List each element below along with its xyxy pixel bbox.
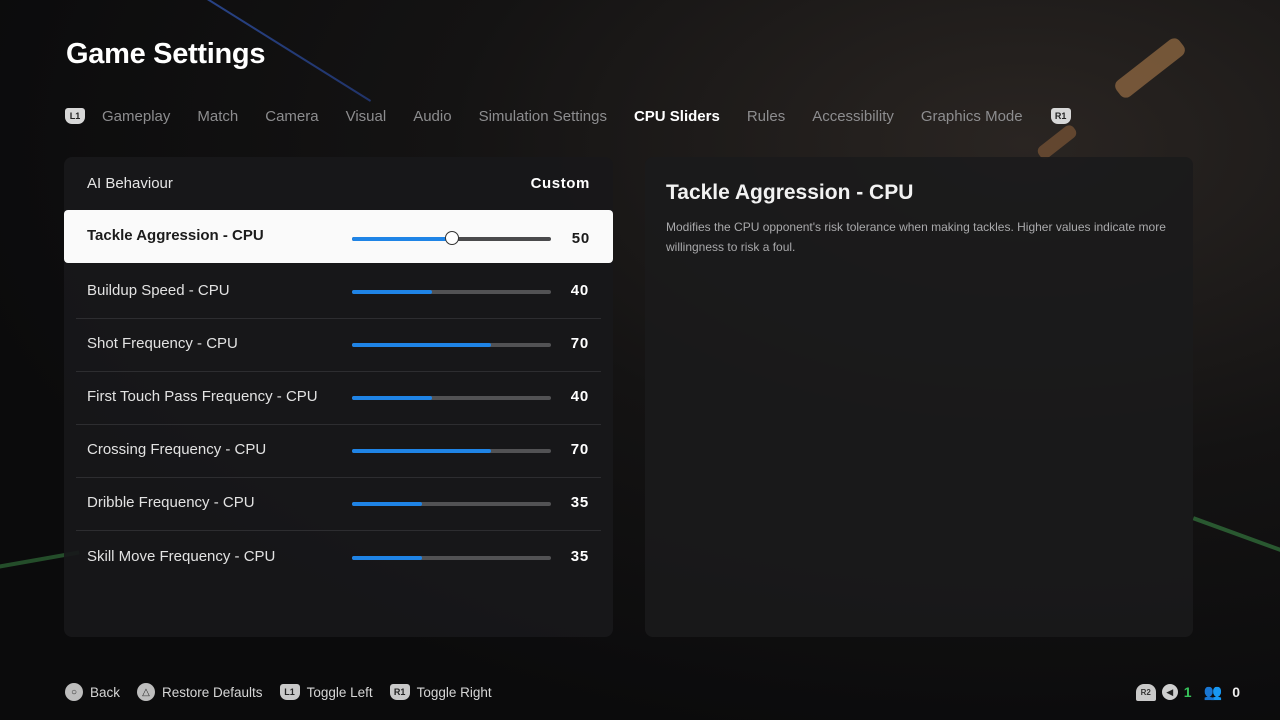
online-count: 1	[1183, 684, 1192, 700]
slider-fill	[352, 343, 492, 347]
voice-chat-icon: ◀	[1161, 684, 1178, 700]
slider-row-skill-move-frequency[interactable]: Skill Move Frequency - CPU 35	[76, 531, 601, 584]
slider-track[interactable]	[352, 396, 551, 400]
slider-fill	[352, 290, 432, 294]
r2-button-icon: R2	[1135, 683, 1156, 701]
settings-tabs: L1 Gameplay Match Camera Visual Audio Si…	[65, 105, 1071, 127]
tab-audio[interactable]: Audio	[413, 108, 451, 125]
ai-behaviour-row[interactable]: AI Behaviour Custom	[64, 157, 613, 209]
slider-label: Skill Move Frequency - CPU	[87, 548, 276, 565]
status-indicators: R2 ◀ 1 👥 0	[1135, 682, 1240, 702]
tab-match[interactable]: Match	[197, 108, 238, 125]
toggle-right-button[interactable]: R1 Toggle Right	[389, 684, 492, 700]
description-panel: Tackle Aggression - CPU Modifies the CPU…	[645, 157, 1193, 637]
restore-defaults-label: Restore Defaults	[162, 684, 263, 700]
tab-visual[interactable]: Visual	[346, 108, 387, 125]
slider-row-buildup-speed[interactable]: Buildup Speed - CPU 40	[76, 265, 601, 319]
page-title: Game Settings	[66, 38, 266, 70]
slider-label: First Touch Pass Frequency - CPU	[87, 388, 318, 405]
tab-simulation-settings[interactable]: Simulation Settings	[479, 108, 607, 125]
slider-track[interactable]	[352, 231, 551, 245]
tab-rules[interactable]: Rules	[747, 108, 785, 125]
slider-label: Tackle Aggression - CPU	[87, 227, 264, 244]
back-button[interactable]: ○ Back	[65, 683, 120, 701]
toggle-left-button[interactable]: L1 Toggle Left	[279, 684, 373, 700]
tab-camera[interactable]: Camera	[265, 108, 318, 125]
tab-gameplay[interactable]: Gameplay	[102, 108, 170, 125]
slider-row-first-touch-pass-frequency[interactable]: First Touch Pass Frequency - CPU 40	[76, 371, 601, 425]
slider-row-crossing-frequency[interactable]: Crossing Frequency - CPU 70	[76, 424, 601, 478]
slider-value: 40	[570, 388, 589, 405]
slider-label: Buildup Speed - CPU	[87, 282, 230, 299]
back-label: Back	[90, 684, 121, 700]
toggle-right-label: Toggle Right	[416, 684, 492, 700]
slider-fill	[352, 237, 452, 241]
l1-button-icon: L1	[279, 684, 300, 700]
settings-list-panel: AI Behaviour Custom Tackle Aggression - …	[64, 157, 613, 637]
slider-track[interactable]	[352, 290, 551, 294]
slider-track[interactable]	[352, 502, 551, 506]
description-title: Tackle Aggression - CPU	[666, 181, 914, 204]
slider-value: 70	[570, 441, 589, 458]
slider-fill	[352, 556, 422, 560]
circle-button-icon: ○	[65, 683, 83, 701]
ai-behaviour-value[interactable]: Custom	[531, 175, 590, 192]
l1-button-icon[interactable]: L1	[65, 108, 85, 124]
slider-value: 40	[570, 282, 589, 299]
button-hints-bar: ○ Back △ Restore Defaults L1 Toggle Left…	[65, 682, 509, 702]
restore-defaults-button[interactable]: △ Restore Defaults	[137, 683, 263, 701]
r1-button-icon[interactable]: R1	[1050, 108, 1071, 124]
tab-accessibility[interactable]: Accessibility	[812, 108, 894, 125]
slider-value: 35	[570, 494, 589, 511]
slider-row-tackle-aggression[interactable]: Tackle Aggression - CPU 50	[64, 210, 613, 263]
slider-track[interactable]	[352, 449, 551, 453]
description-body: Modifies the CPU opponent's risk toleran…	[666, 220, 1166, 254]
slider-fill	[352, 396, 432, 400]
slider-fill	[352, 502, 422, 506]
slider-value: 50	[571, 230, 590, 247]
toggle-left-label: Toggle Left	[306, 684, 373, 700]
tab-cpu-sliders[interactable]: CPU Sliders	[634, 108, 720, 125]
slider-label: Shot Frequency - CPU	[87, 335, 238, 352]
slider-track[interactable]	[352, 556, 551, 560]
slider-fill	[352, 449, 492, 453]
tab-graphics-mode[interactable]: Graphics Mode	[921, 108, 1023, 125]
party-members-icon: 👥	[1203, 684, 1223, 701]
ai-behaviour-label: AI Behaviour	[87, 175, 173, 192]
slider-row-shot-frequency[interactable]: Shot Frequency - CPU 70	[76, 318, 601, 372]
party-count: 0	[1232, 684, 1240, 700]
triangle-button-icon: △	[137, 683, 156, 701]
r1-button-icon: R1	[389, 684, 410, 700]
slider-label: Crossing Frequency - CPU	[87, 441, 267, 458]
slider-track[interactable]	[352, 343, 551, 347]
slider-thumb[interactable]	[444, 231, 459, 245]
slider-row-dribble-frequency[interactable]: Dribble Frequency - CPU 35	[76, 477, 601, 531]
slider-value: 35	[570, 548, 589, 565]
slider-value: 70	[570, 335, 589, 352]
slider-label: Dribble Frequency - CPU	[87, 494, 255, 511]
